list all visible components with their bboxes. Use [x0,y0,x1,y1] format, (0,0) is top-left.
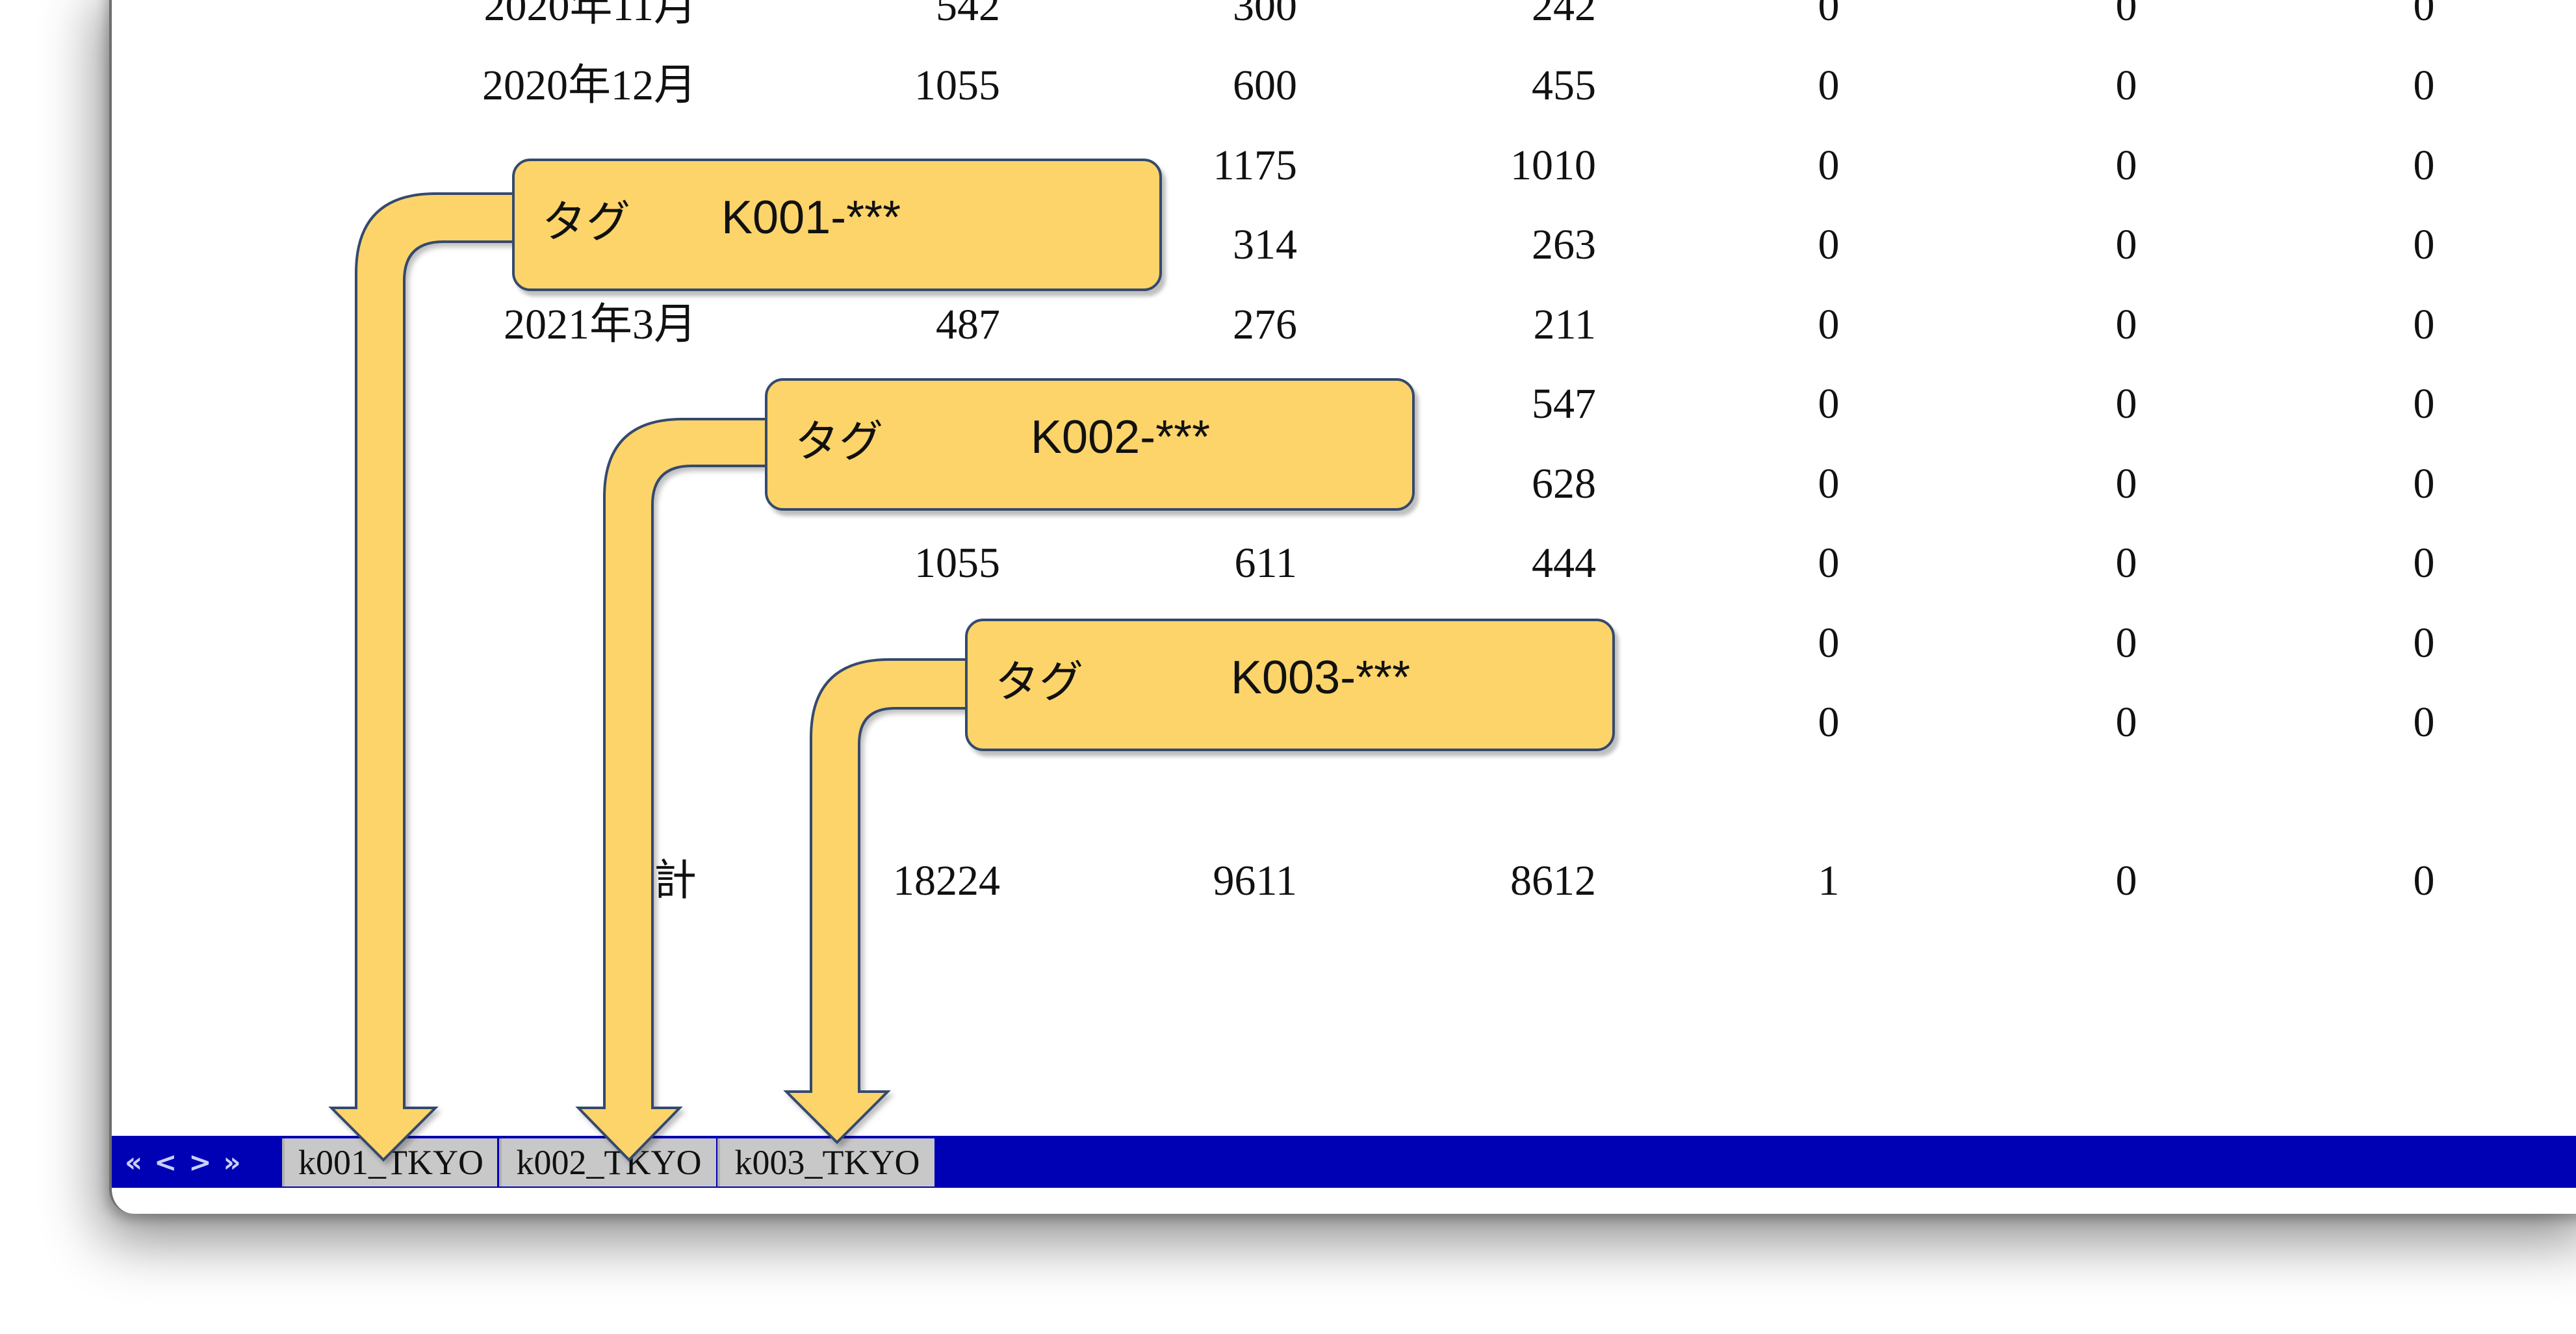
arrow-k002-icon [575,418,775,1162]
tag-callout-k002: タグ K002-*** [765,378,1415,511]
tag-callout-k001: タグ K001-*** [512,159,1162,291]
callout-code: K002-*** [1031,411,1211,463]
callout-label: タグ [995,657,1084,708]
callout-code: K003-*** [1231,652,1411,704]
arrow-k001-icon [328,192,521,1162]
callout-label: タグ [542,197,631,248]
callout-label: タグ [795,417,884,468]
tag-callout-k003: タグ K003-*** [965,619,1615,751]
arrow-k003-icon [783,658,976,1144]
callout-code: K001-*** [721,192,901,244]
